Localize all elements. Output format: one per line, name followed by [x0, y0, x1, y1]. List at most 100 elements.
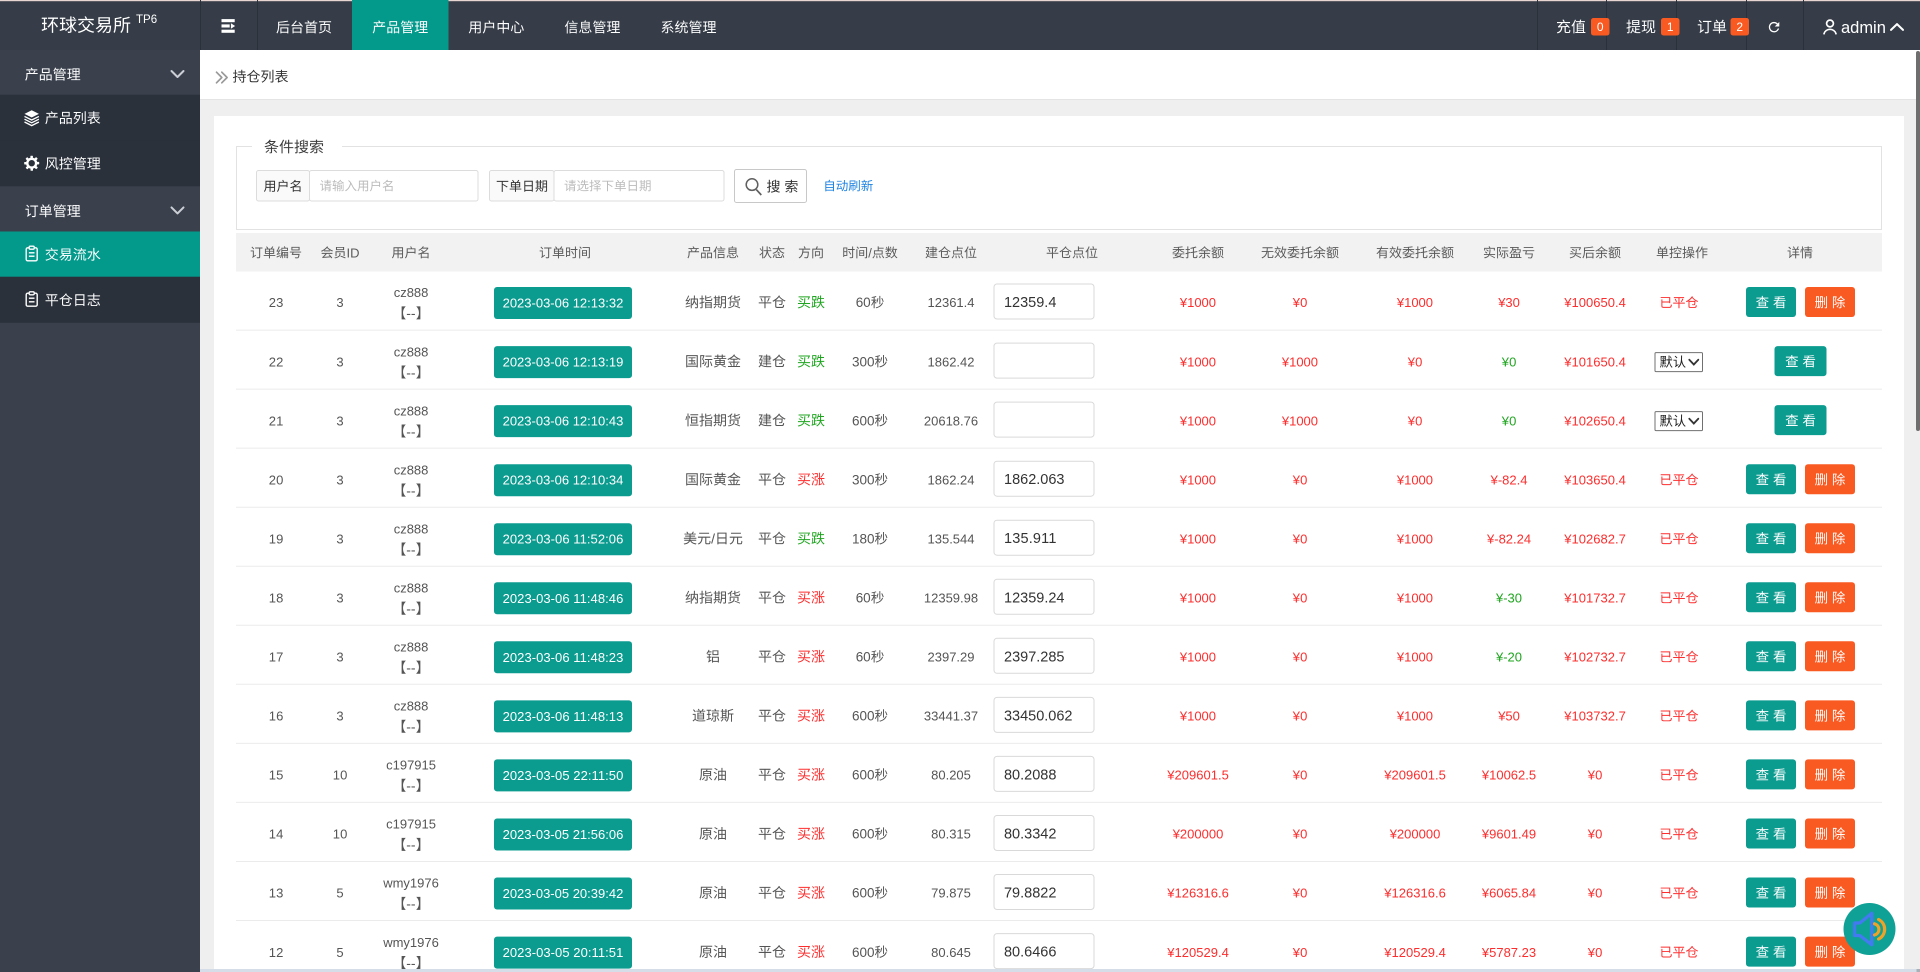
svg-text:¥0: ¥0 [1292, 472, 1308, 487]
svg-text:¥209601.5: ¥209601.5 [1166, 768, 1229, 783]
svg-text:12359.4: 12359.4 [1004, 295, 1056, 311]
svg-text:80.205: 80.205 [931, 768, 971, 783]
svg-text:¥50: ¥50 [1497, 709, 1520, 724]
svg-text:15: 15 [269, 768, 284, 783]
svg-text:80.6466: 80.6466 [1004, 945, 1056, 961]
svg-text:2023-03-06 12:10:34: 2023-03-06 12:10:34 [503, 473, 624, 488]
svg-text:1862.063: 1862.063 [1004, 472, 1065, 488]
svg-text:¥1000: ¥1000 [1396, 591, 1433, 606]
svg-text:3: 3 [336, 591, 343, 606]
svg-text:¥0: ¥0 [1292, 295, 1308, 310]
svg-text:¥0: ¥0 [1587, 768, 1603, 783]
svg-text:¥-82.4: ¥-82.4 [1490, 472, 1528, 487]
svg-text:¥6065.84: ¥6065.84 [1481, 886, 1536, 901]
svg-text:¥-82.24: ¥-82.24 [1486, 531, 1531, 546]
svg-text:--: -- [406, 305, 416, 321]
svg-text:3: 3 [336, 354, 343, 369]
svg-text:2397.285: 2397.285 [1004, 649, 1065, 665]
svg-text:/: / [868, 245, 872, 260]
svg-text:c197915: c197915 [386, 758, 436, 773]
svg-text:80.315: 80.315 [931, 827, 971, 842]
svg-text:¥0: ¥0 [1292, 650, 1308, 665]
svg-text:--: -- [406, 778, 416, 794]
svg-text:79.875: 79.875 [931, 886, 971, 901]
svg-text:¥0: ¥0 [1407, 413, 1423, 428]
svg-text:¥101732.7: ¥101732.7 [1563, 591, 1626, 606]
svg-text:¥0: ¥0 [1292, 591, 1308, 606]
svg-text:¥0: ¥0 [1292, 531, 1308, 546]
svg-text:80.2088: 80.2088 [1004, 767, 1056, 783]
svg-text:¥1000: ¥1000 [1396, 650, 1433, 665]
svg-text:¥0: ¥0 [1587, 827, 1603, 842]
svg-text:3: 3 [336, 650, 343, 665]
svg-text:2397.29: 2397.29 [928, 650, 975, 665]
svg-text:2023-03-06 12:13:19: 2023-03-06 12:13:19 [503, 355, 624, 370]
svg-text:¥1000: ¥1000 [1396, 531, 1433, 546]
svg-text:/: / [711, 530, 715, 546]
svg-text:19: 19 [269, 531, 284, 546]
svg-text:¥1000: ¥1000 [1281, 413, 1318, 428]
svg-text:--: -- [406, 482, 416, 498]
svg-text:¥1000: ¥1000 [1396, 295, 1433, 310]
svg-text:300: 300 [852, 354, 875, 369]
svg-text:20: 20 [269, 472, 284, 487]
svg-text:21: 21 [269, 413, 284, 428]
svg-text:¥5787.23: ¥5787.23 [1481, 945, 1536, 960]
svg-text:cz888: cz888 [394, 521, 429, 536]
svg-text:¥1000: ¥1000 [1179, 591, 1216, 606]
svg-text:¥1000: ¥1000 [1179, 295, 1216, 310]
svg-text:--: -- [406, 837, 416, 853]
svg-text:33441.37: 33441.37 [924, 709, 978, 724]
svg-text:¥200000: ¥200000 [1389, 827, 1441, 842]
svg-text:¥1000: ¥1000 [1179, 413, 1216, 428]
svg-text:22: 22 [269, 354, 284, 369]
svg-text:2: 2 [1736, 20, 1743, 34]
svg-text:TP6: TP6 [136, 14, 157, 26]
svg-text:¥200000: ¥200000 [1172, 827, 1224, 842]
svg-text:2023-03-05 20:11:51: 2023-03-05 20:11:51 [503, 945, 624, 960]
svg-text:2023-03-05 22:11:50: 2023-03-05 22:11:50 [503, 768, 624, 783]
svg-text:3: 3 [336, 531, 343, 546]
svg-text:¥100650.4: ¥100650.4 [1563, 295, 1626, 310]
svg-text:5: 5 [336, 886, 343, 901]
svg-text:--: -- [406, 955, 416, 971]
svg-text:2023-03-06 11:48:23: 2023-03-06 11:48:23 [503, 650, 624, 665]
svg-text:¥0: ¥0 [1501, 354, 1517, 369]
svg-text:2023-03-06 12:13:32: 2023-03-06 12:13:32 [503, 296, 624, 311]
svg-text:2023-03-06 11:48:13: 2023-03-06 11:48:13 [503, 709, 624, 724]
svg-text:cz888: cz888 [394, 285, 429, 300]
svg-text:600: 600 [852, 827, 875, 842]
svg-text:33450.062: 33450.062 [1004, 708, 1073, 724]
svg-text:135.911: 135.911 [1004, 531, 1056, 547]
svg-text:13: 13 [269, 886, 284, 901]
svg-text:12361.4: 12361.4 [928, 295, 975, 310]
svg-text:c197915: c197915 [386, 817, 436, 832]
svg-text:¥103650.4: ¥103650.4 [1563, 472, 1626, 487]
svg-text:¥0: ¥0 [1587, 886, 1603, 901]
svg-text:¥102682.7: ¥102682.7 [1563, 531, 1626, 546]
svg-text:10: 10 [333, 768, 348, 783]
svg-text:¥209601.5: ¥209601.5 [1383, 768, 1446, 783]
svg-text:12359.98: 12359.98 [924, 591, 978, 606]
svg-text:18: 18 [269, 591, 284, 606]
svg-text:2023-03-06 11:52:06: 2023-03-06 11:52:06 [503, 532, 624, 547]
svg-text:¥1000: ¥1000 [1179, 709, 1216, 724]
svg-text:12: 12 [269, 945, 284, 960]
svg-text:ID: ID [347, 245, 360, 260]
svg-text:1862.42: 1862.42 [928, 354, 975, 369]
svg-text:2023-03-06 11:48:46: 2023-03-06 11:48:46 [503, 591, 624, 606]
svg-text:¥101650.4: ¥101650.4 [1563, 354, 1626, 369]
svg-text:60: 60 [856, 650, 871, 665]
svg-text:--: -- [406, 364, 416, 380]
svg-text:¥1000: ¥1000 [1179, 650, 1216, 665]
svg-text:--: -- [406, 896, 416, 912]
svg-text:600: 600 [852, 768, 875, 783]
svg-text:3: 3 [336, 295, 343, 310]
svg-text:3: 3 [336, 413, 343, 428]
svg-text:2023-03-05 20:39:42: 2023-03-05 20:39:42 [503, 886, 624, 901]
svg-text:¥1000: ¥1000 [1396, 709, 1433, 724]
svg-text:1862.24: 1862.24 [928, 472, 975, 487]
svg-text:¥1000: ¥1000 [1179, 354, 1216, 369]
svg-text:¥102732.7: ¥102732.7 [1563, 650, 1626, 665]
svg-text:¥1000: ¥1000 [1396, 472, 1433, 487]
